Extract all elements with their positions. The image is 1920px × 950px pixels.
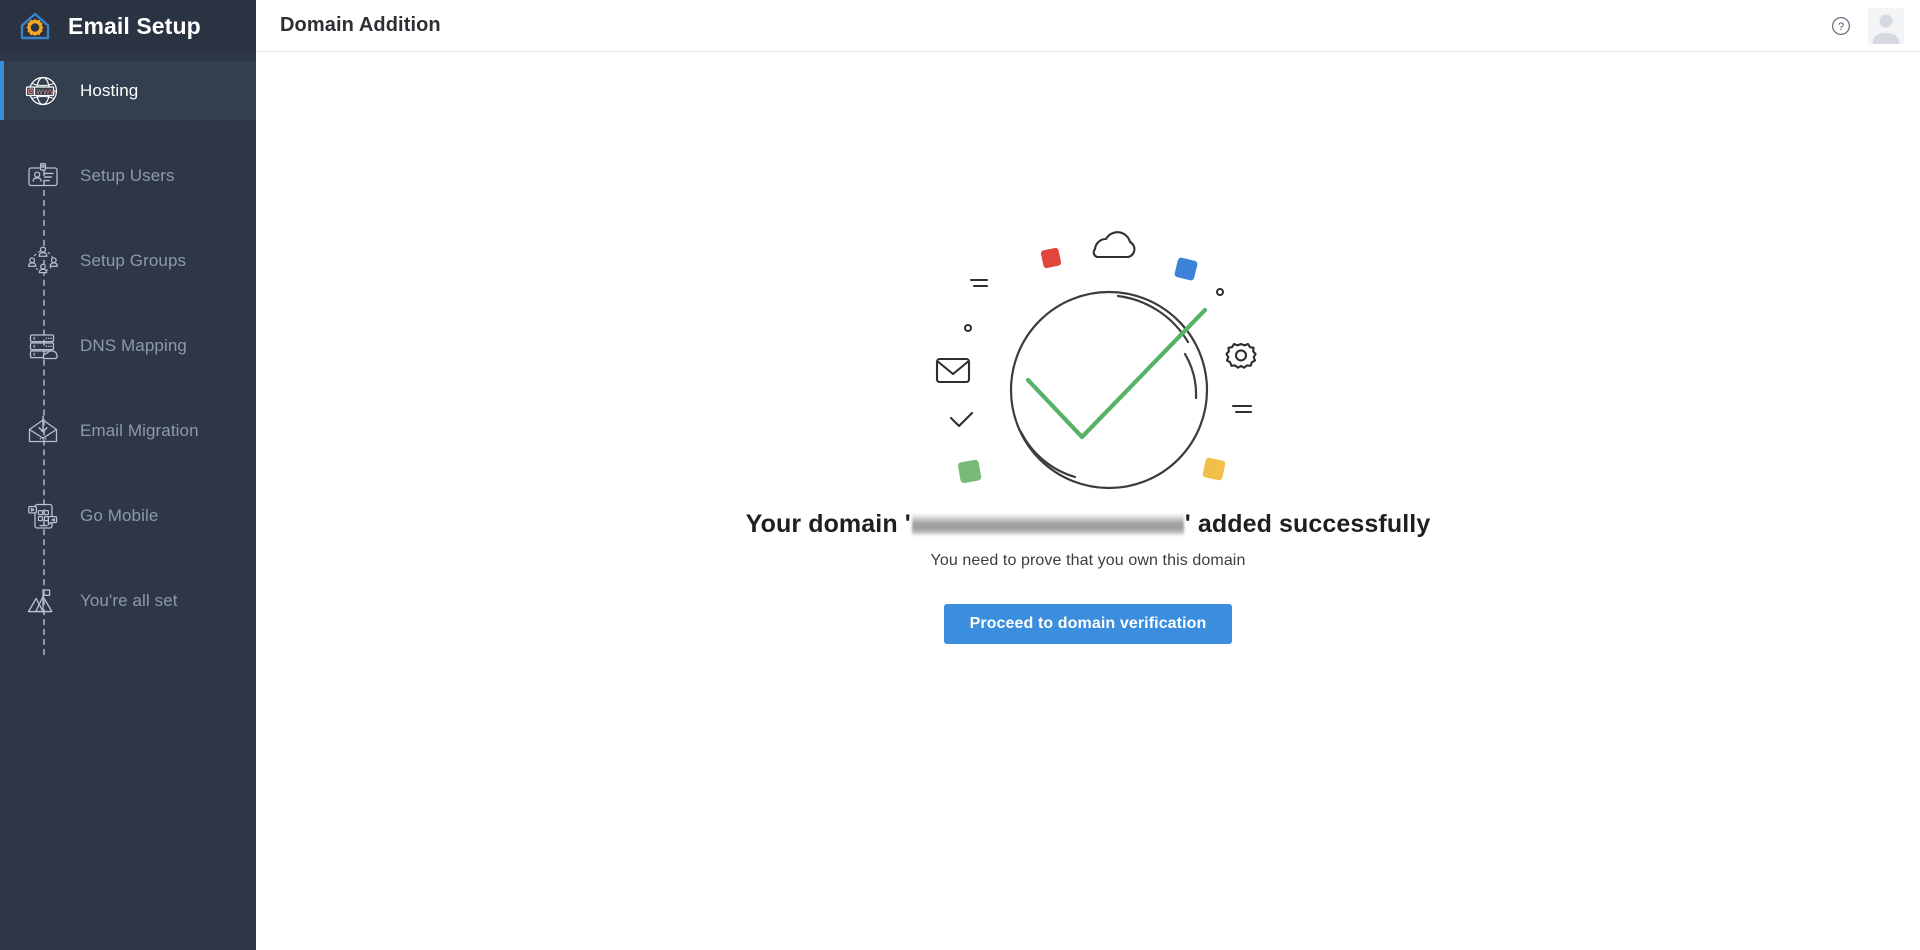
brand-header: Email Setup bbox=[0, 0, 256, 52]
globe-www-icon: WWW bbox=[22, 70, 64, 112]
content-panel: Your domain ' ' added successfully You ne… bbox=[256, 52, 1920, 950]
sidebar-item-label: DNS Mapping bbox=[80, 335, 187, 355]
sidebar-nav: WWW Hosting Setup Users Setup Groups DNS… bbox=[0, 52, 256, 655]
sidebar-item-setup-users[interactable]: Setup Users bbox=[0, 146, 256, 205]
topbar: Domain Addition ? bbox=[256, 0, 1920, 52]
sidebar-item-email-migration[interactable]: Email Migration bbox=[0, 401, 256, 460]
mountain-flag-icon bbox=[22, 580, 64, 622]
page-title: Domain Addition bbox=[280, 14, 441, 36]
redacted-domain-name bbox=[911, 513, 1184, 536]
app-root: Email Setup WWW Hosting Setup Users Setu… bbox=[0, 0, 1920, 950]
success-subline: You need to prove that you own this doma… bbox=[930, 552, 1246, 569]
main-area: Domain Addition ? Your domain ' ' added … bbox=[256, 0, 1920, 950]
sidebar-item-label: Hosting bbox=[80, 80, 139, 100]
sidebar-item-label: Setup Users bbox=[80, 165, 175, 185]
envelope-arrow-icon bbox=[22, 410, 64, 452]
svg-text:?: ? bbox=[1838, 21, 1844, 33]
sidebar-item-label: Go Mobile bbox=[80, 505, 159, 525]
question-circle-icon[interactable]: ? bbox=[1830, 15, 1852, 37]
proceed-to-domain-verification-button[interactable]: Proceed to domain verification bbox=[943, 604, 1233, 644]
sidebar-item-label: Setup Groups bbox=[80, 250, 187, 270]
sidebar-item-youre-all-set[interactable]: You're all set bbox=[0, 571, 256, 630]
mobile-apps-icon bbox=[22, 495, 64, 537]
sidebar-item-label: Email Migration bbox=[80, 420, 199, 440]
headline-suffix: ' added successfully bbox=[1184, 510, 1431, 538]
sidebar: Email Setup WWW Hosting Setup Users Setu… bbox=[0, 0, 256, 950]
sidebar-item-setup-groups[interactable]: Setup Groups bbox=[0, 231, 256, 290]
sidebar-item-dns-mapping[interactable]: DNS Mapping bbox=[0, 316, 256, 375]
avatar[interactable] bbox=[1868, 7, 1904, 44]
brand-title: Email Setup bbox=[68, 12, 201, 39]
sidebar-item-hosting[interactable]: WWW Hosting bbox=[0, 61, 256, 120]
topbar-actions: ? bbox=[1830, 7, 1904, 44]
headline-prefix: Your domain ' bbox=[745, 510, 911, 538]
sidebar-item-go-mobile[interactable]: Go Mobile bbox=[0, 486, 256, 545]
server-cloud-icon bbox=[22, 325, 64, 367]
svg-text:WWW: WWW bbox=[36, 89, 57, 96]
id-card-icon bbox=[22, 155, 64, 197]
success-headline: Your domain ' ' added successfully bbox=[746, 510, 1431, 539]
user-group-icon bbox=[22, 240, 64, 282]
sidebar-item-label: You're all set bbox=[80, 590, 178, 610]
house-gear-icon bbox=[16, 7, 54, 45]
domain-verified-checkmark-illustration bbox=[913, 202, 1273, 502]
